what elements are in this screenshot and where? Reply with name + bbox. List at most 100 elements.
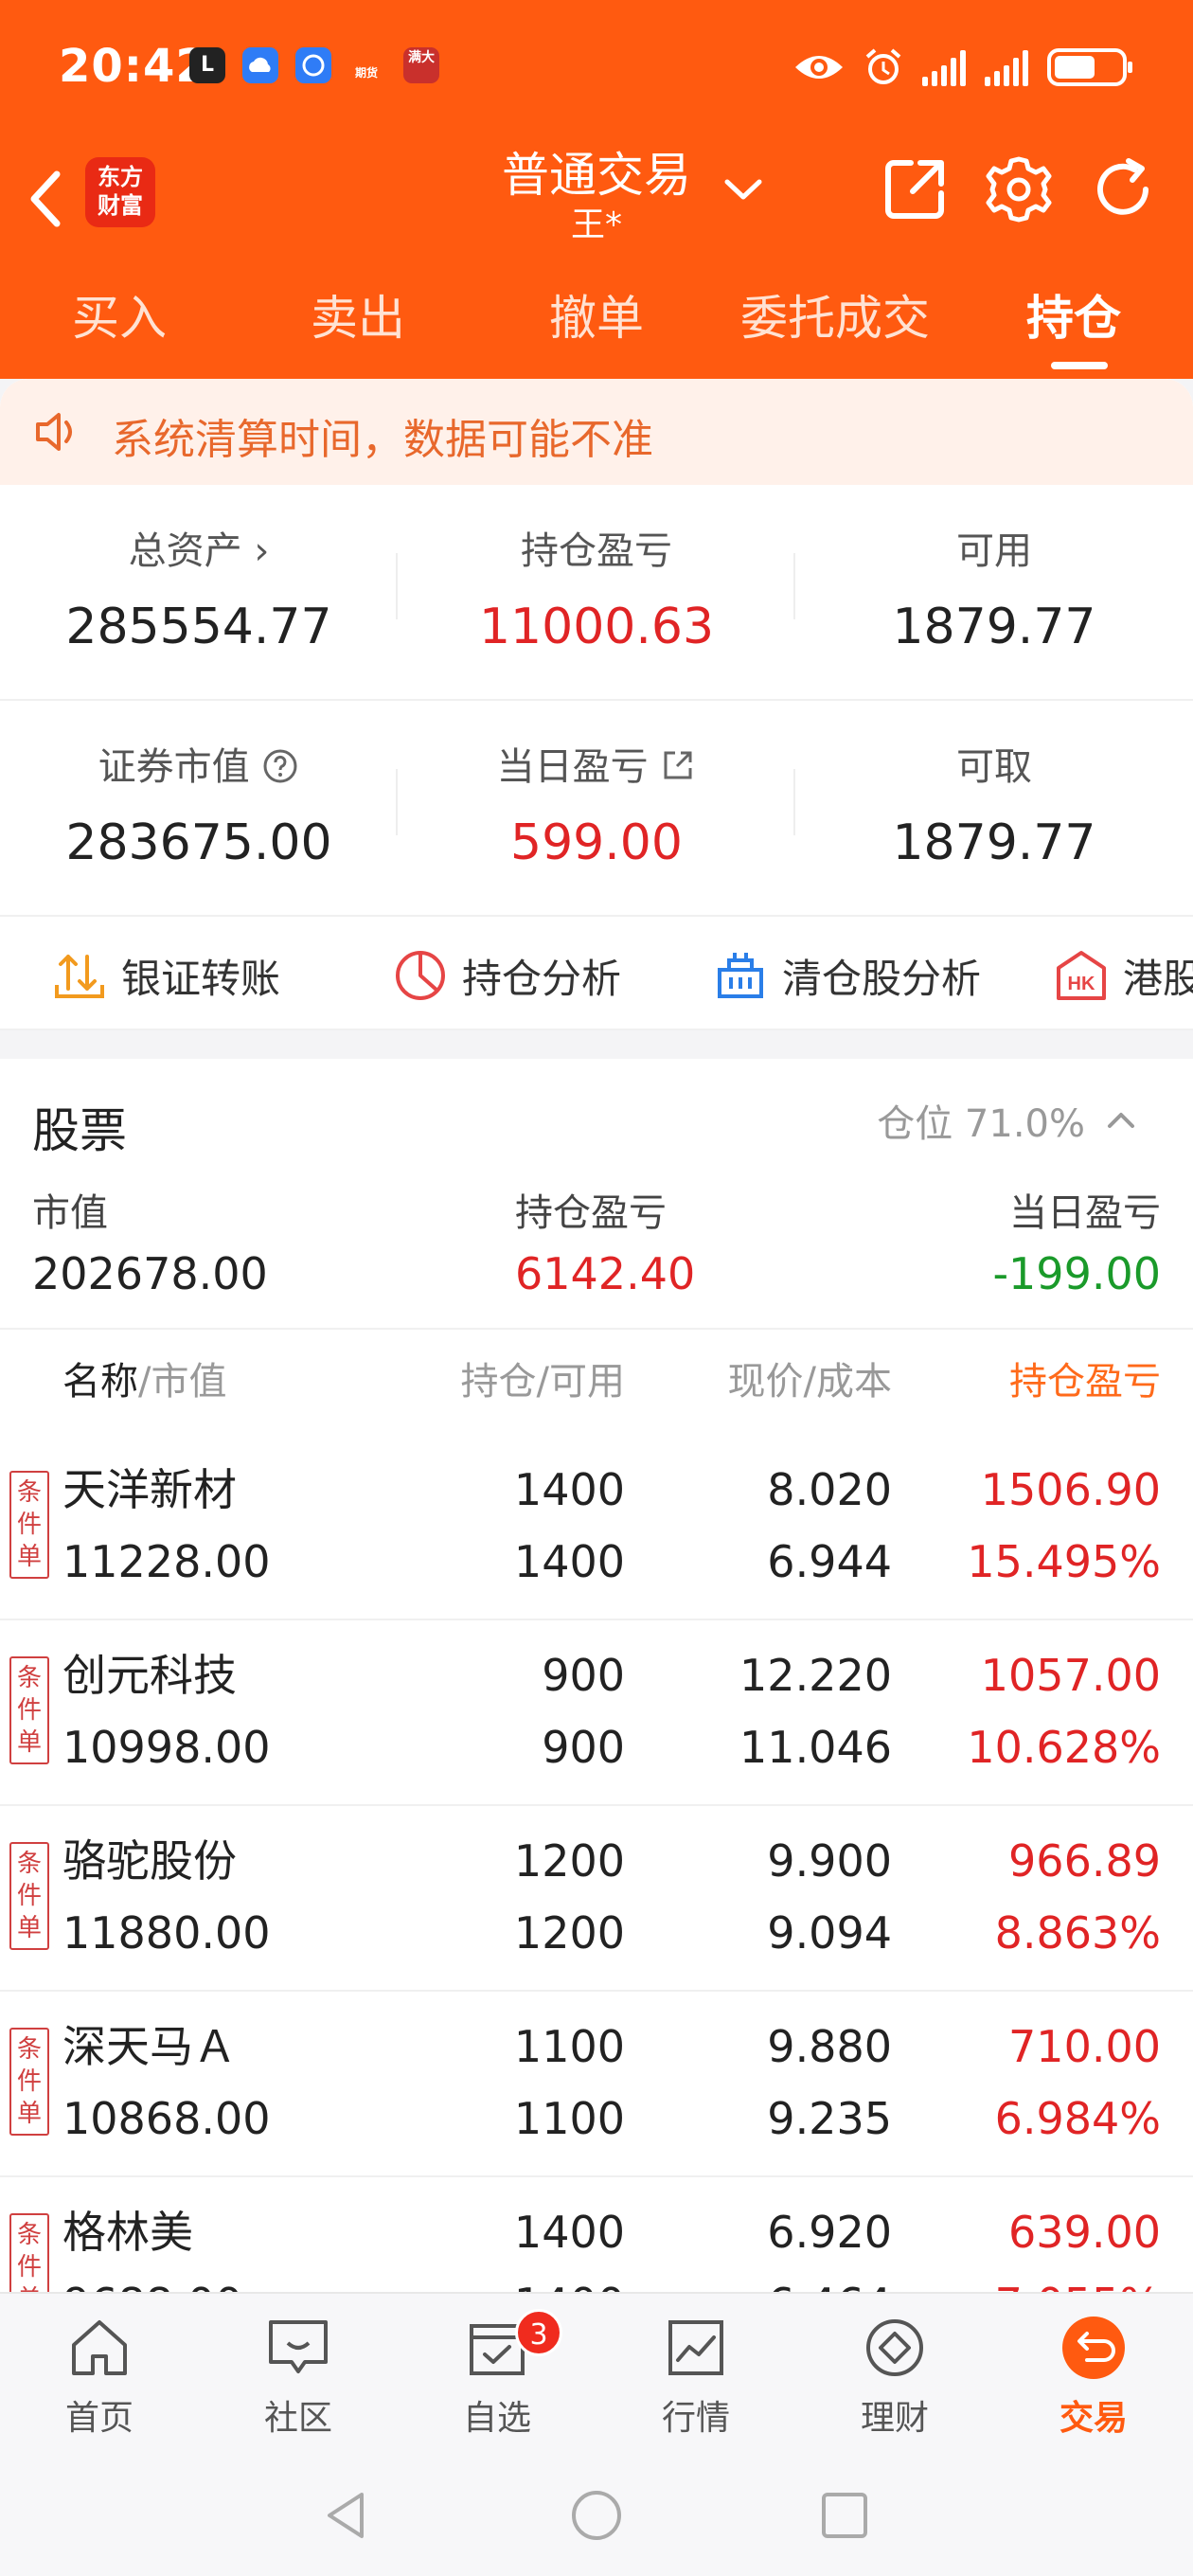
position-ratio-toggle[interactable]: 仓位 71.0% — [877, 1093, 1138, 1148]
stock-name: 格林美 — [62, 2207, 193, 2258]
position-row[interactable]: 条件单深天马Ａ 10868.00 1100 1100 9.880 9.235 710.00 6… — [0, 1992, 1193, 2177]
summary-row-2: 证券市值 283675.00 当日盈亏 599.00 可取 1879.77 — [0, 701, 1193, 917]
conditional-order-tag[interactable]: 条件单 — [9, 1842, 49, 1950]
hold-qty: 1400 — [513, 1464, 625, 1515]
total-assets[interactable]: 总资产 › 285554.77 — [0, 485, 398, 657]
conditional-order-tag[interactable]: 条件单 — [9, 1656, 49, 1764]
tab-sell[interactable]: 卖出 — [239, 275, 477, 379]
position-pl: 1506.90 — [980, 1464, 1161, 1515]
back-arrow-icon[interactable] — [19, 161, 76, 237]
app-header: 20:42 L 期货 满大 东方 财富 普通交易 王* 买入 卖出 撤单 委托成… — [0, 0, 1193, 379]
share-icon[interactable] — [879, 153, 951, 225]
battery-icon — [1047, 48, 1132, 86]
cleared-stock-analysis-button[interactable]: 清仓股分析 — [712, 945, 981, 1006]
nav-wealth[interactable]: 理财 — [795, 2313, 994, 2440]
nav-community[interactable]: 社区 — [199, 2313, 398, 2440]
app-logo[interactable]: 东方 财富 — [85, 157, 155, 227]
available-label: 可用 — [956, 529, 1032, 573]
position-pl-pct: 8.863% — [994, 1907, 1161, 1959]
svg-text:HK: HK — [1068, 974, 1095, 994]
position-pl-pct: 6.984% — [994, 2093, 1161, 2144]
position-pl: 1057.00 — [980, 1650, 1161, 1701]
section-gap — [0, 1030, 1193, 1059]
nav-watchlist-label: 自选 — [462, 2399, 531, 2438]
available-qty: 900 — [542, 1722, 625, 1773]
position-row[interactable]: 条件单格林美 9688.00 1400 1400 6.920 6.464 639.00 7.0… — [0, 2177, 1193, 2292]
available-qty: 1100 — [513, 2093, 625, 2144]
help-icon[interactable] — [261, 747, 299, 785]
position-row[interactable]: 条件单天洋新材 11228.00 1400 1400 8.020 6.944 1506.90… — [0, 1435, 1193, 1620]
trade-tabs: 买入 卖出 撤单 委托成交 持仓 — [0, 275, 1193, 379]
total-assets-value: 285554.77 — [65, 599, 332, 655]
daily-pl-label: 当日盈亏 — [496, 745, 649, 789]
withdrawable-label: 可取 — [956, 745, 1032, 789]
tab-positions[interactable]: 持仓 — [954, 275, 1193, 379]
nav-market[interactable]: 行情 — [596, 2313, 795, 2440]
conditional-order-tag[interactable]: 条件单 — [9, 2028, 49, 2136]
nav-trade[interactable]: 交易 — [994, 2313, 1193, 2440]
stock-market-value: 10868.00 — [62, 2093, 271, 2144]
stock-market-value: 10998.00 — [62, 1722, 271, 1773]
tab-orders[interactable]: 委托成交 — [716, 275, 954, 379]
hk-stock-label: 港股 — [1123, 955, 1193, 1002]
signal-icon — [985, 48, 1028, 86]
position-analysis-button[interactable]: 持仓分析 — [392, 945, 621, 1006]
current-price: 6.920 — [767, 2207, 892, 2258]
tab-cancel[interactable]: 撤单 — [477, 275, 716, 379]
current-price: 12.220 — [739, 1650, 892, 1701]
position-row[interactable]: 条件单创元科技 10998.00 900 900 12.220 11.046 1057.00… — [0, 1620, 1193, 1806]
column-name-label: 名称 — [62, 1360, 138, 1404]
available-qty: 1400 — [514, 2276, 625, 2292]
refresh-icon[interactable] — [1087, 153, 1159, 225]
position-pl: 639.00 — [1008, 2207, 1161, 2258]
recents-square-icon[interactable] — [818, 2489, 871, 2542]
quick-actions: 银证转账 持仓分析 清仓股分析 HK 港股 — [0, 917, 1193, 1030]
basket-icon — [718, 953, 763, 998]
column-pl-label: 持仓盈亏 — [1009, 1360, 1161, 1404]
nav-home[interactable]: 首页 — [0, 2313, 199, 2440]
bottom-nav: 首页 社区 3 自选 行情 理财 交易 — [0, 2292, 1193, 2453]
stock-name: 天洋新材 — [62, 1464, 237, 1515]
position-row[interactable]: 条件单骆驼股份 11880.00 1200 1200 9.900 9.094 966.89 8… — [0, 1806, 1193, 1992]
account-summary: 总资产 › 285554.77 持仓盈亏 11000.63 可用 1879.77… — [0, 485, 1193, 917]
position-pl: 持仓盈亏 11000.63 — [398, 485, 795, 657]
cost-price: 11.046 — [739, 1722, 892, 1773]
home-circle-icon[interactable] — [570, 2489, 623, 2542]
tab-buy[interactable]: 买入 — [0, 275, 239, 379]
eye-icon — [795, 56, 843, 79]
conditional-order-tag[interactable]: 条件单 — [9, 2213, 49, 2292]
stock-name: 创元科技 — [62, 1650, 237, 1701]
nav-community-label: 社区 — [263, 2399, 332, 2438]
gear-icon[interactable] — [983, 153, 1055, 225]
daily-pl[interactable]: 当日盈亏 599.00 — [398, 701, 795, 873]
position-pl-label: 持仓盈亏 — [521, 529, 672, 573]
pie-chart-icon — [396, 951, 445, 1000]
current-price: 9.900 — [767, 1835, 892, 1887]
notice-text: 系统清算时间，数据可能不准 — [112, 416, 653, 464]
diamond-icon — [866, 2319, 923, 2376]
conditional-order-tag[interactable]: 条件单 — [9, 1471, 49, 1579]
nav-watchlist[interactable]: 3 自选 — [398, 2309, 596, 2440]
signal-icon — [922, 48, 966, 86]
current-price: 8.020 — [767, 1464, 892, 1515]
securities-mv-label: 证券市值 — [98, 745, 250, 789]
stock-mv-value: 202678.00 — [32, 1248, 268, 1299]
column-hold[interactable]: 持仓/可用 — [461, 1351, 625, 1405]
stock-mv-label: 市值 — [32, 1191, 108, 1235]
bank-transfer-button[interactable]: 银证转账 — [51, 945, 280, 1006]
hk-stock-button[interactable]: HK 港股 — [1053, 945, 1193, 1006]
hold-qty: 1200 — [513, 1835, 625, 1887]
cost-price: 6.944 — [767, 1536, 892, 1587]
stock-daily-pl-value: -199.00 — [992, 1248, 1161, 1299]
column-pl-sort[interactable]: 持仓盈亏 — [1009, 1351, 1161, 1405]
back-triangle-icon[interactable] — [320, 2489, 373, 2542]
divider — [0, 1328, 1193, 1330]
chevron-down-icon[interactable] — [720, 167, 767, 214]
bank-transfer-label: 银证转账 — [121, 955, 281, 1002]
cost-price: 6.464 — [767, 2276, 892, 2292]
cost-price: 9.235 — [767, 2093, 892, 2144]
chat-icon — [269, 2320, 328, 2373]
column-price[interactable]: 现价/成本 — [728, 1351, 892, 1405]
stock-daily-pl-label: 当日盈亏 — [1009, 1191, 1161, 1235]
column-name[interactable]: 名称/市值 — [62, 1351, 226, 1405]
